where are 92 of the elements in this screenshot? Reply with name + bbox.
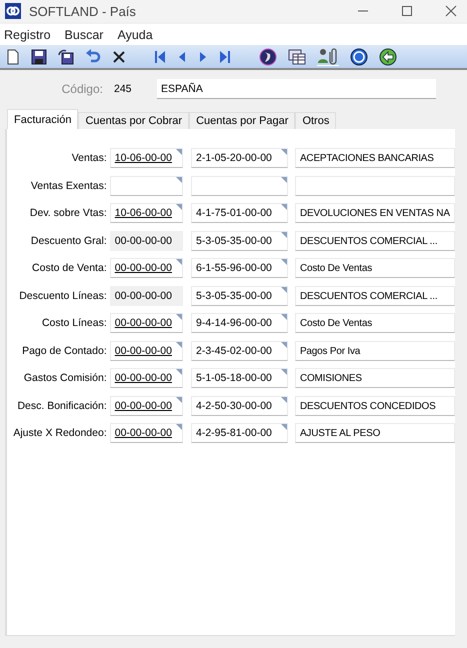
- field-label: Pago de Contado:: [21, 344, 108, 356]
- code-field[interactable]: 00-00-00-00: [110, 368, 183, 388]
- code-field[interactable]: 10-06-00-00: [110, 148, 183, 168]
- description-field[interactable]: [294, 176, 456, 196]
- field-label: Ventas Exentas:: [30, 180, 108, 192]
- code-field: 00-00-00-00: [110, 286, 183, 306]
- field-label: Ajuste X Redondeo:: [12, 427, 108, 439]
- corner-mark-icon: [176, 259, 182, 265]
- description-field[interactable]: Costo De Ventas: [294, 313, 456, 333]
- code-field: 00-00-00-00: [110, 230, 183, 250]
- description-field[interactable]: AJUSTE AL PESO: [294, 423, 456, 443]
- first-record-icon[interactable]: [154, 50, 166, 64]
- globe-icon[interactable]: [259, 48, 277, 66]
- maximize-icon[interactable]: [401, 5, 413, 17]
- tab[interactable]: Cuentas por Pagar: [189, 112, 296, 129]
- tab[interactable]: Facturación: [7, 109, 78, 129]
- tab[interactable]: Cuentas por Cobrar: [78, 112, 190, 129]
- corner-mark-icon: [280, 396, 287, 402]
- window-title: SOFTLAND - País: [29, 4, 136, 18]
- description-field[interactable]: DESCUENTOS CONCEDIDOS: [294, 396, 456, 416]
- account-field[interactable]: 5-3-05-35-00-00: [191, 286, 288, 306]
- field-label: Dev. sobre Vtas:: [28, 207, 108, 219]
- undo-icon[interactable]: [85, 48, 101, 64]
- description-field[interactable]: DESCUENTOS COMERCIAL ...: [294, 286, 456, 306]
- account-field[interactable]: 4-2-50-30-00-00: [191, 396, 288, 416]
- menu-item[interactable]: Ayuda: [117, 28, 153, 42]
- account-field[interactable]: [191, 176, 288, 196]
- code-field[interactable]: 10-06-00-00: [110, 203, 183, 223]
- name-field[interactable]: ESPAÑA: [157, 79, 436, 99]
- corner-mark-icon: [280, 424, 287, 430]
- corner-mark-icon: [280, 232, 287, 238]
- field-label: Costo Líneas:: [40, 317, 108, 329]
- field-label: Ventas:: [70, 152, 108, 164]
- field-label: Desc. Bonificación:: [16, 400, 108, 412]
- code-field[interactable]: 00-00-00-00: [110, 423, 183, 443]
- code-field[interactable]: 00-00-00-00: [110, 313, 183, 333]
- corner-mark-icon: [280, 314, 287, 320]
- previous-record-icon[interactable]: [177, 50, 187, 64]
- corner-mark-icon: [176, 149, 182, 155]
- code-field[interactable]: [110, 176, 183, 196]
- save-icon[interactable]: [31, 48, 47, 64]
- description-field[interactable]: ACEPTACIONES BANCARIAS: [294, 148, 456, 168]
- description-field[interactable]: DESCUENTOS COMERCIAL ...: [294, 230, 456, 250]
- user-attachment-icon[interactable]: [317, 47, 339, 66]
- corner-mark-icon: [280, 286, 287, 292]
- description-field[interactable]: Pagos Por Iva: [294, 340, 456, 360]
- menu-item[interactable]: Registro: [4, 28, 51, 42]
- tab[interactable]: Otros: [295, 112, 336, 129]
- help-icon[interactable]: [350, 48, 368, 66]
- corner-mark-icon: [176, 204, 182, 210]
- corner-mark-icon: [176, 314, 182, 320]
- new-document-icon[interactable]: [6, 48, 20, 64]
- description-field[interactable]: Costo De Ventas: [294, 258, 456, 278]
- account-field[interactable]: 4-2-95-81-00-00: [191, 423, 288, 443]
- account-field[interactable]: 9-4-14-96-00-00: [191, 313, 288, 333]
- account-field[interactable]: 2-3-45-02-00-00: [191, 340, 288, 360]
- account-field[interactable]: 5-3-05-35-00-00: [191, 230, 288, 250]
- corner-mark-icon: [176, 396, 182, 402]
- field-label: Descuento Líneas:: [18, 290, 108, 302]
- account-field[interactable]: 4-1-75-01-00-00: [191, 203, 288, 223]
- corner-mark-icon: [280, 259, 287, 265]
- field-label: Código:: [60, 82, 104, 96]
- close-icon[interactable]: [445, 5, 457, 17]
- last-record-icon[interactable]: [219, 50, 231, 64]
- corner-mark-icon: [280, 176, 287, 182]
- app-logo-icon: [5, 3, 21, 19]
- corner-mark-icon: [176, 424, 182, 430]
- corner-mark-icon: [280, 369, 287, 375]
- save-copy-icon[interactable]: [58, 48, 74, 64]
- back-icon[interactable]: [379, 48, 397, 66]
- code-field[interactable]: 00-00-00-00: [110, 258, 183, 278]
- code-field[interactable]: 00-00-00-00: [110, 340, 183, 360]
- field-label: Costo de Venta:: [31, 262, 108, 274]
- corner-mark-icon: [176, 342, 182, 348]
- account-field[interactable]: 2-1-05-20-00-00: [191, 148, 288, 168]
- corner-mark-icon: [280, 342, 287, 348]
- corner-mark-icon: [280, 149, 287, 155]
- field-label: Descuento Gral:: [30, 234, 108, 246]
- description-field[interactable]: DEVOLUCIONES EN VENTAS NA: [294, 203, 456, 223]
- code-field[interactable]: 00-00-00-00: [110, 396, 183, 416]
- next-record-icon[interactable]: [198, 50, 208, 64]
- account-field[interactable]: 5-1-05-18-00-00: [191, 368, 288, 388]
- code-field: 245: [109, 79, 148, 99]
- account-field[interactable]: 6-1-55-96-00-00: [191, 258, 288, 278]
- corner-mark-icon: [176, 369, 182, 375]
- corner-mark-icon: [280, 204, 287, 210]
- menu-item[interactable]: Buscar: [64, 28, 104, 42]
- table-icon[interactable]: [288, 48, 306, 64]
- corner-mark-icon: [176, 176, 182, 182]
- field-label: Gastos Comisión:: [22, 372, 108, 384]
- delete-icon[interactable]: [112, 50, 126, 64]
- description-field[interactable]: COMISIONES: [294, 368, 456, 388]
